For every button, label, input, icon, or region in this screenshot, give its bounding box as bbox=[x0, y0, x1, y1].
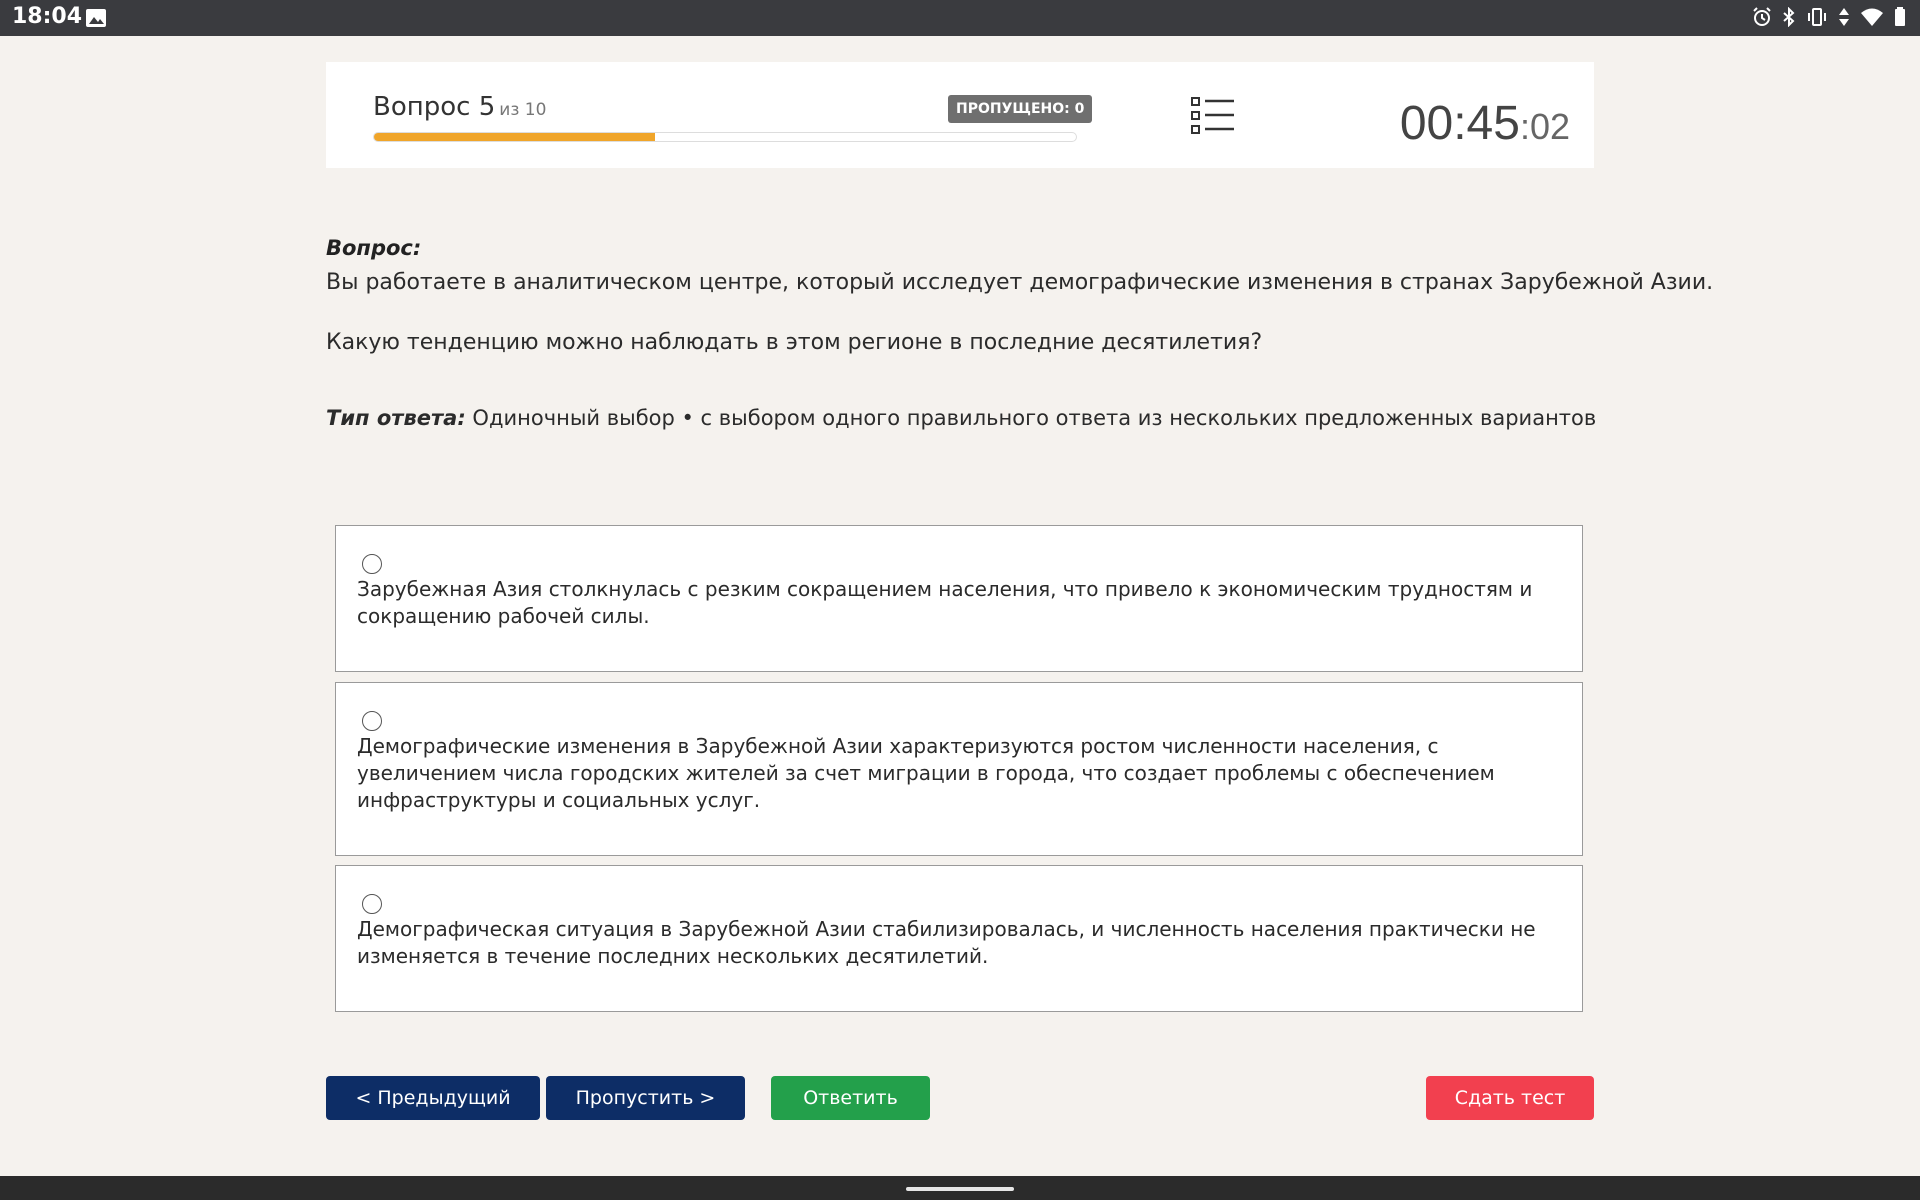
system-icons bbox=[1752, 7, 1906, 27]
vibrate-icon bbox=[1806, 7, 1828, 27]
navigation-bar bbox=[0, 1176, 1920, 1200]
quiz-header: Вопрос 5 из 10 ПРОПУЩЕНО: 0 00:45:02 bbox=[326, 62, 1594, 168]
answer-option-2[interactable]: Демографические изменения в Зарубежной А… bbox=[335, 682, 1583, 856]
data-arrows-icon bbox=[1838, 7, 1850, 27]
timer: 00:45:02 bbox=[1400, 96, 1570, 151]
status-bar: 18:04 bbox=[0, 0, 1920, 36]
question-counter: Вопрос 5 из 10 bbox=[373, 92, 546, 122]
progress-bar bbox=[373, 132, 1077, 142]
answer-type-label: Тип ответа: bbox=[326, 406, 466, 430]
question-total: из 10 bbox=[499, 100, 547, 120]
answer-option-1[interactable]: Зарубежная Азия столкнулась с резким сок… bbox=[335, 525, 1583, 672]
timer-separator: : bbox=[1519, 106, 1530, 147]
answer-option-text: Демографические изменения в Зарубежной А… bbox=[357, 734, 1495, 812]
skip-button[interactable]: Пропустить > bbox=[546, 1076, 745, 1120]
radio-button[interactable] bbox=[362, 554, 382, 574]
answer-option-text: Демографическая ситуация в Зарубежной Аз… bbox=[357, 917, 1536, 968]
progress-fill bbox=[374, 133, 655, 141]
answer-option-3[interactable]: Демографическая ситуация в Зарубежной Аз… bbox=[335, 865, 1583, 1012]
gallery-icon bbox=[85, 8, 107, 32]
question-line-1: Вы работаете в аналитическом центре, кот… bbox=[326, 270, 1714, 295]
answer-type-value: Одиночный выбор • с выбором одного прави… bbox=[472, 406, 1597, 430]
bluetooth-icon bbox=[1782, 7, 1796, 27]
previous-button[interactable]: < Предыдущий bbox=[326, 1076, 540, 1120]
question-text: Вы работаете в аналитическом центре, кот… bbox=[326, 268, 1714, 388]
timer-seconds: 02 bbox=[1529, 106, 1570, 147]
status-time: 18:04 bbox=[12, 4, 83, 29]
question-line-2: Какую тенденцию можно наблюдать в этом р… bbox=[326, 330, 1263, 355]
battery-icon bbox=[1894, 7, 1906, 27]
skipped-badge: ПРОПУЩЕНО: 0 bbox=[948, 95, 1093, 123]
submit-test-button[interactable]: Сдать тест bbox=[1426, 1076, 1594, 1120]
wifi-icon bbox=[1860, 7, 1884, 27]
answer-option-text: Зарубежная Азия столкнулась с резким сок… bbox=[357, 577, 1533, 628]
timer-main: 00:45 bbox=[1399, 97, 1520, 150]
question-label: Вопрос: bbox=[326, 236, 422, 260]
answer-type: Тип ответа: Одиночный выбор • с выбором … bbox=[326, 406, 1596, 430]
question-number: Вопрос 5 bbox=[373, 92, 496, 122]
alarm-icon bbox=[1752, 7, 1772, 27]
radio-button[interactable] bbox=[362, 711, 382, 731]
radio-button[interactable] bbox=[362, 894, 382, 914]
answer-button[interactable]: Ответить bbox=[771, 1076, 930, 1120]
question-list-icon[interactable] bbox=[1191, 96, 1235, 140]
home-gesture-handle[interactable] bbox=[906, 1187, 1014, 1191]
